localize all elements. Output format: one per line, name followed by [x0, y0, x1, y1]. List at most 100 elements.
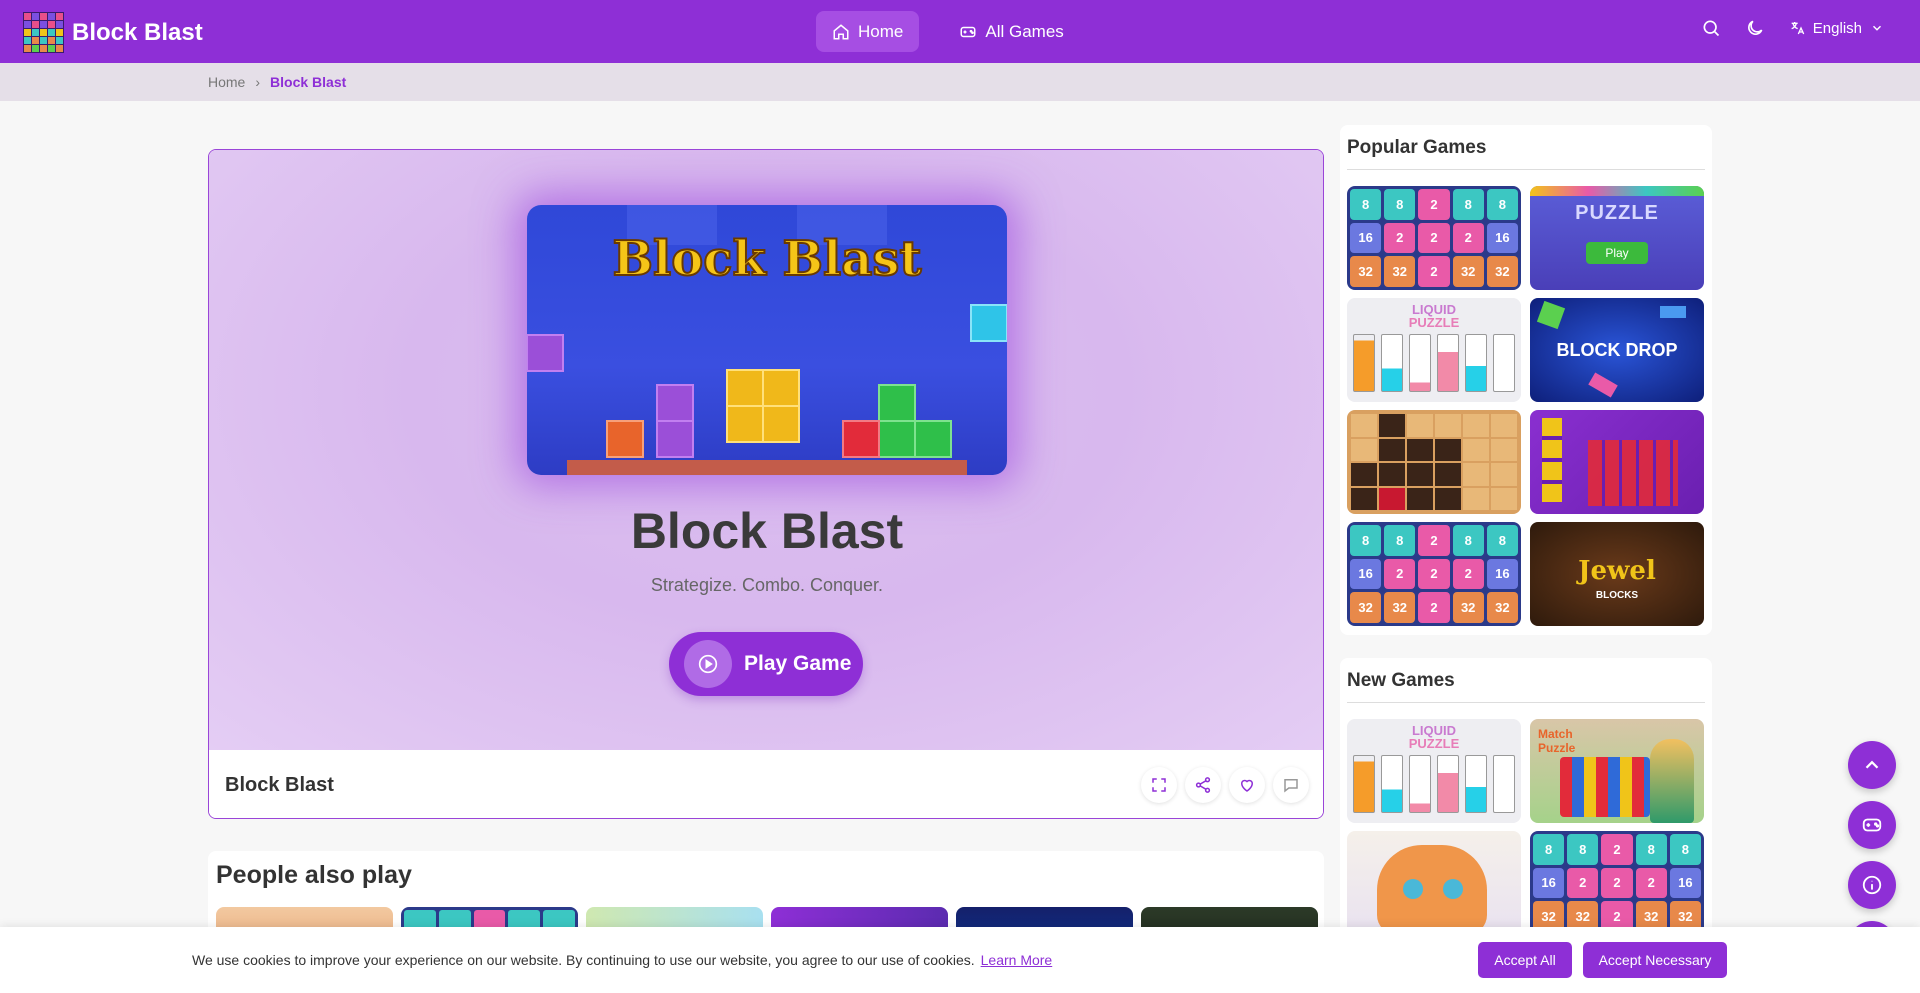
- block-drop-title: BLOCK DROP: [1556, 340, 1678, 360]
- num-cell: 2: [1418, 525, 1450, 556]
- cookie-text: We use cookies to improve your experienc…: [192, 952, 975, 968]
- num-cell: 32: [1384, 256, 1416, 287]
- num-cell: 8: [1635, 834, 1667, 865]
- num-cell: 8: [1452, 189, 1484, 220]
- popular-game-tile[interactable]: BLOCK DROP: [1530, 298, 1704, 402]
- chevron-up-icon: [1865, 760, 1879, 769]
- nav-home[interactable]: Home: [816, 11, 920, 52]
- popular-game-tile[interactable]: [1347, 410, 1521, 514]
- liquid-subtitle: PUZZLE: [1408, 315, 1460, 330]
- num-cell: 16: [1486, 558, 1518, 590]
- new-game-tile[interactable]: Match Puzzle: [1530, 719, 1704, 823]
- play-game-button[interactable]: Play Game: [669, 632, 863, 696]
- scroll-top-button[interactable]: [1848, 741, 1896, 789]
- nav-home-label: Home: [858, 21, 904, 41]
- fullscreen-button[interactable]: [1141, 767, 1177, 803]
- num-cell: 8: [1452, 525, 1484, 556]
- share-button[interactable]: [1185, 767, 1221, 803]
- accept-all-button[interactable]: Accept All: [1478, 942, 1572, 978]
- num-cell: 8: [1350, 525, 1382, 556]
- num-cell: 2: [1418, 256, 1450, 287]
- favorite-button[interactable]: [1229, 767, 1265, 803]
- jewel-subtitle: BLOCKS: [1595, 590, 1639, 601]
- number-grid: 88288 16 2 2 2 16 32 32 2 32 32: [1347, 186, 1521, 290]
- new-games-title: New Games: [1347, 658, 1705, 703]
- game-card: Block Blast Block Blast Strategize. Comb…: [208, 149, 1324, 819]
- language-selector[interactable]: English: [1789, 20, 1884, 37]
- game-footer: Block Blast: [209, 750, 1323, 818]
- cookie-banner: We use cookies to improve your experienc…: [0, 927, 1920, 993]
- num-cell: 2: [1418, 592, 1450, 623]
- num-cell: 8: [1384, 525, 1416, 556]
- people-also-play-title: People also play: [216, 861, 412, 889]
- new-game-tile[interactable]: [1347, 831, 1521, 935]
- play-icon: [684, 640, 732, 688]
- play-game-label: Play Game: [744, 652, 852, 675]
- num-cell: 2: [1601, 867, 1633, 899]
- accept-necessary-button[interactable]: Accept Necessary: [1583, 942, 1727, 978]
- breadcrumb-current: Block Blast: [270, 74, 347, 90]
- popular-game-tile[interactable]: Jewel BLOCKS: [1530, 522, 1704, 626]
- translate-icon: [1791, 22, 1805, 35]
- num-cell: 2: [1418, 189, 1450, 220]
- search-icon[interactable]: [1701, 18, 1721, 38]
- num-cell: 32: [1350, 592, 1382, 623]
- game-tools: [1141, 767, 1309, 803]
- gamepad-icon: [1862, 818, 1882, 832]
- comment-button[interactable]: [1273, 767, 1309, 803]
- new-game-tile[interactable]: LIQUID PUZZLE: [1347, 719, 1521, 823]
- num-cell: 2: [1452, 558, 1484, 590]
- popular-game-tile[interactable]: PUZZLE Play: [1530, 186, 1704, 290]
- num-cell: 32: [1486, 256, 1518, 287]
- num-cell: 8: [1486, 525, 1518, 556]
- num-cell: 2: [1384, 558, 1416, 590]
- learn-more-link[interactable]: Learn More: [981, 952, 1053, 968]
- popular-game-tile[interactable]: 88288 16 2 2 2 16 32 32 2 32 32: [1347, 522, 1521, 626]
- num-cell: 8: [1486, 189, 1518, 220]
- num-cell: 8: [1384, 189, 1416, 220]
- popular-game-tile[interactable]: LIQUID PUZZLE: [1347, 298, 1521, 402]
- num-cell: 2: [1635, 867, 1667, 899]
- breadcrumb-bar: Home › Block Blast: [0, 63, 1920, 101]
- num-cell: 16: [1350, 222, 1382, 254]
- nav-all-games-label: All Games: [985, 21, 1064, 41]
- num-cell: 32: [1452, 592, 1484, 623]
- moon-icon[interactable]: [1745, 18, 1765, 38]
- thumbnail-title: Block Blast: [612, 231, 921, 287]
- comment-icon: [1284, 779, 1298, 793]
- num-cell: 16: [1350, 558, 1382, 590]
- info-fab-button[interactable]: [1848, 861, 1896, 909]
- puzzle-title: PUZZLE: [1575, 202, 1659, 224]
- chevron-down-icon: [1872, 25, 1882, 31]
- info-icon: [1862, 875, 1882, 895]
- num-cell: 2: [1567, 867, 1599, 899]
- gamepad-icon: [960, 26, 976, 37]
- new-game-tile[interactable]: 88288 16 2 2 2 16 32 32 2 32 32: [1530, 831, 1704, 935]
- top-navbar: Block Blast Home All Games English: [0, 0, 1920, 63]
- num-cell: 32: [1384, 592, 1416, 623]
- number-grid: 88288 16 2 2 2 16 32 32 2 32 32: [1347, 522, 1521, 626]
- num-cell: 2: [1418, 222, 1450, 254]
- main-nav: Home All Games: [816, 11, 1080, 52]
- match-puzzle-title: Match Puzzle: [1538, 727, 1576, 755]
- popular-games-title: Popular Games: [1347, 125, 1705, 170]
- num-cell: 16: [1533, 867, 1565, 899]
- num-cell: 8: [1533, 834, 1565, 865]
- popular-game-tile[interactable]: [1530, 410, 1704, 514]
- num-cell: 16: [1486, 222, 1518, 254]
- popular-game-tile[interactable]: 88288 16 2 2 2 16 32 32 2 32 32: [1347, 186, 1521, 290]
- fullscreen-icon: [1152, 778, 1166, 792]
- header-actions: English: [1701, 18, 1884, 38]
- liquid-subtitle: PUZZLE: [1408, 736, 1460, 751]
- num-cell: 8: [1567, 834, 1599, 865]
- brand[interactable]: Block Blast: [23, 12, 203, 53]
- num-cell: 8: [1669, 834, 1701, 865]
- num-cell: 2: [1418, 558, 1450, 590]
- num-cell: 2: [1452, 222, 1484, 254]
- breadcrumb-home[interactable]: Home: [208, 74, 245, 90]
- game-footer-name: Block Blast: [225, 773, 334, 796]
- num-cell: 2: [1384, 222, 1416, 254]
- nav-all-games[interactable]: All Games: [943, 11, 1079, 52]
- games-fab-button[interactable]: [1848, 801, 1896, 849]
- number-grid: 88288 16 2 2 2 16 32 32 2 32 32: [1530, 831, 1704, 935]
